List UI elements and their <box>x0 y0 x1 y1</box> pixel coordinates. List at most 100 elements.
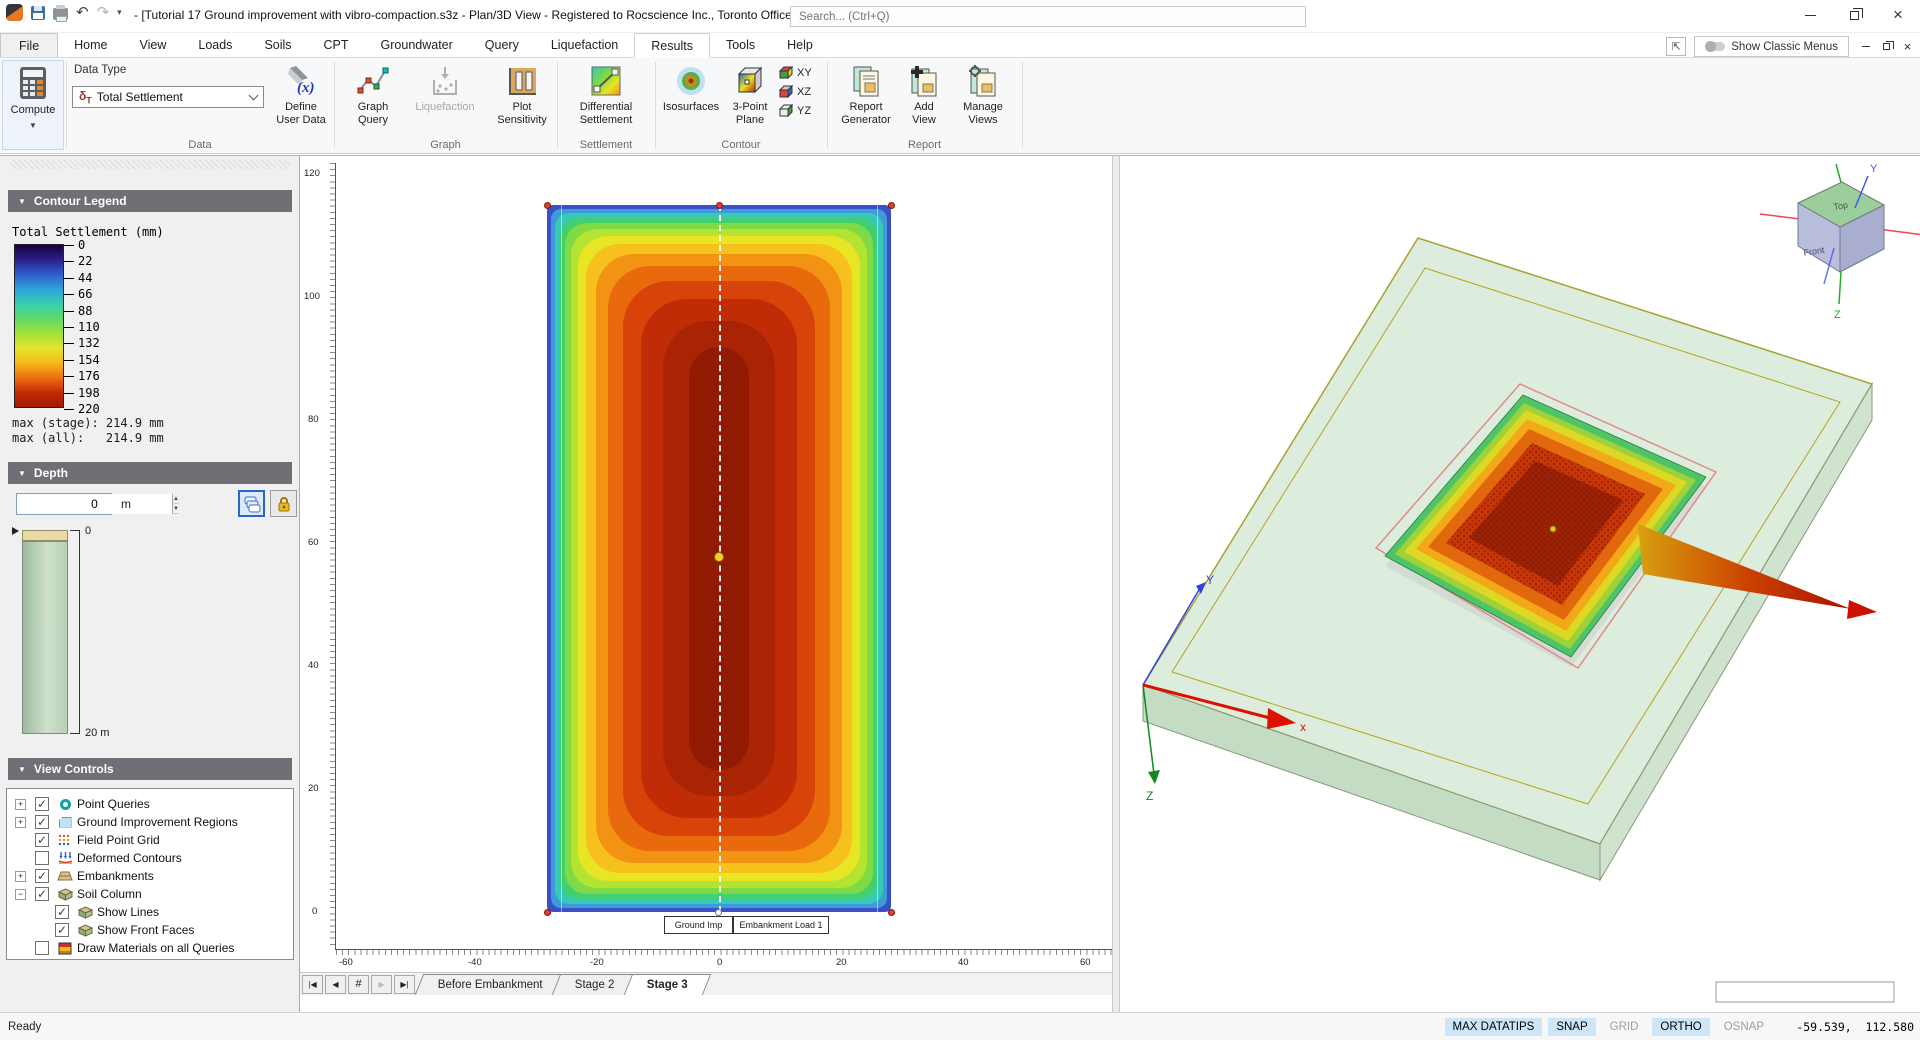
add-view-button[interactable]: Add View <box>900 60 948 150</box>
tree-item-soil-column[interactable]: − ✓ Soil Column <box>7 885 293 903</box>
redo-icon[interactable]: ↷ <box>97 5 110 20</box>
corner-handle[interactable] <box>888 909 895 916</box>
lock-depth-button[interactable] <box>270 490 297 517</box>
floating-input-box[interactable] <box>1716 982 1894 1002</box>
save-icon[interactable] <box>31 6 45 20</box>
tree-item-show-front-faces[interactable]: ✓ Show Front Faces <box>7 921 293 939</box>
contour-legend-header[interactable]: ▼ Contour Legend <box>8 190 292 212</box>
three-d-view[interactable]: Y x Z Top <box>1120 156 1920 1013</box>
tab-tools[interactable]: Tools <box>710 33 771 57</box>
tab-view[interactable]: View <box>124 33 183 57</box>
checkbox[interactable] <box>35 851 49 865</box>
chevron-down-icon <box>249 90 259 100</box>
isosurfaces-button[interactable]: Isosurfaces <box>660 60 722 150</box>
checkbox[interactable]: ✓ <box>35 869 49 883</box>
tab-soils[interactable]: Soils <box>248 33 307 57</box>
osnap-toggle[interactable]: OSNAP <box>1716 1018 1772 1036</box>
tree-item-field-point-grid[interactable]: ✓ Field Point Grid <box>7 831 293 849</box>
expander-icon[interactable]: + <box>15 871 26 882</box>
expander-icon[interactable]: + <box>15 817 26 828</box>
view-controls-header[interactable]: ▼ View Controls <box>8 758 292 780</box>
checkbox[interactable] <box>35 941 49 955</box>
manage-views-button[interactable]: Manage Views <box>952 60 1014 150</box>
tree-item-embankments[interactable]: + ✓ Embankments <box>7 867 293 885</box>
stage-list-button[interactable]: # <box>348 975 369 994</box>
tree-item-ground-improvement-regions[interactable]: + ✓ Ground Improvement Regions <box>7 813 293 831</box>
tab-liquefaction[interactable]: Liquefaction <box>535 33 634 57</box>
plane-xz-button[interactable]: XZ <box>778 85 812 99</box>
differential-settlement-button[interactable]: Differential Settlement <box>571 60 641 150</box>
search-input[interactable] <box>791 7 1305 26</box>
checkbox[interactable]: ✓ <box>35 797 49 811</box>
stage-tab-stage-3[interactable]: Stage 3 <box>623 974 710 995</box>
tree-item-show-lines[interactable]: ✓ Show Lines <box>7 903 293 921</box>
window-title: - [Tutorial 17 Ground improvement with v… <box>134 8 795 22</box>
define-user-data-button[interactable]: (x) Define User Data <box>272 60 330 150</box>
restore-button[interactable] <box>1832 0 1876 30</box>
three-point-plane-button[interactable]: 3-Point Plane <box>724 60 776 150</box>
expander-icon[interactable]: + <box>15 799 26 810</box>
graph-query-button[interactable]: Graph Query <box>346 60 400 150</box>
depth-input[interactable] <box>17 494 172 514</box>
stage-tab-before-embankment[interactable]: Before Embankment <box>415 974 566 995</box>
mdi-restore-button[interactable] <box>1878 39 1895 55</box>
tab-query[interactable]: Query <box>469 33 535 57</box>
plot-sensitivity-button[interactable]: Plot Sensitivity <box>492 60 552 150</box>
depth-marker-icon[interactable] <box>12 527 19 535</box>
search-box[interactable] <box>790 6 1306 27</box>
close-button[interactable]: × <box>1876 0 1920 30</box>
minimize-button[interactable] <box>1788 0 1832 30</box>
last-stage-button[interactable]: ▶| <box>394 975 415 994</box>
report-generator-button[interactable]: Report Generator <box>834 60 898 150</box>
tab-cpt[interactable]: CPT <box>308 33 365 57</box>
tree-item-draw-materials[interactable]: Draw Materials on all Queries <box>7 939 293 957</box>
plan-view[interactable]: 120 100 80 60 40 20 0 -60 -40 -20 0 20 4… <box>300 156 1112 1013</box>
mdi-minimize-button[interactable] <box>1857 39 1874 55</box>
tab-groundwater[interactable]: Groundwater <box>365 33 469 57</box>
compute-button[interactable]: Compute ▼ <box>2 60 64 150</box>
checkbox[interactable]: ✓ <box>35 833 49 847</box>
undo-icon[interactable]: ↶ <box>76 5 89 20</box>
tab-file[interactable]: File <box>0 33 58 57</box>
max-datatips-toggle[interactable]: MAX DATATIPS <box>1445 1018 1543 1036</box>
first-stage-button[interactable]: |◀ <box>302 975 323 994</box>
mdi-close-button[interactable]: × <box>1899 39 1916 55</box>
dock-grip-handle[interactable] <box>10 160 290 169</box>
data-type-combobox[interactable]: δT Total Settlement <box>72 86 264 108</box>
tab-home[interactable]: Home <box>58 33 123 57</box>
show-classic-menus-toggle[interactable]: Show Classic Menus <box>1694 36 1849 57</box>
tab-loads[interactable]: Loads <box>182 33 248 57</box>
print-icon[interactable] <box>53 8 68 20</box>
checkbox[interactable]: ✓ <box>35 887 49 901</box>
checkbox[interactable]: ✓ <box>35 815 49 829</box>
embankment-load-tag[interactable]: Embankment Load 1 <box>733 916 829 934</box>
corner-handle[interactable] <box>888 202 895 209</box>
quick-access-dropdown-icon[interactable]: ▾ <box>117 7 122 18</box>
view-cube[interactable]: Top Front Y X Z <box>1760 163 1920 321</box>
ortho-toggle[interactable]: ORTHO <box>1652 1018 1709 1036</box>
tab-results[interactable]: Results <box>634 33 710 58</box>
tree-item-deformed-contours[interactable]: Deformed Contours <box>7 849 293 867</box>
previous-stage-button[interactable]: ◀ <box>325 975 346 994</box>
checkbox[interactable]: ✓ <box>55 923 69 937</box>
view-splitter[interactable] <box>1112 156 1120 1013</box>
corner-handle[interactable] <box>544 202 551 209</box>
tree-item-point-queries[interactable]: + ✓ Point Queries <box>7 795 293 813</box>
ground-improvement-tag[interactable]: Ground Imp <box>664 916 733 934</box>
tab-help[interactable]: Help <box>771 33 829 57</box>
depth-spinner[interactable]: ▲▼ <box>172 494 179 514</box>
ribbon-collapse-icon[interactable]: ⇱ <box>1666 37 1686 56</box>
checkbox[interactable]: ✓ <box>55 905 69 919</box>
show-layers-button[interactable] <box>238 490 265 517</box>
next-stage-button[interactable]: ▶ <box>371 975 392 994</box>
edge-handle[interactable] <box>716 202 723 209</box>
query-point-marker[interactable] <box>714 552 724 562</box>
plane-xy-button[interactable]: XY <box>778 66 812 80</box>
corner-handle[interactable] <box>544 909 551 916</box>
plane-yz-button[interactable]: YZ <box>778 104 812 118</box>
compute-dropdown-icon[interactable]: ▼ <box>29 121 37 130</box>
expander-icon[interactable]: − <box>15 889 26 900</box>
snap-toggle[interactable]: SNAP <box>1548 1018 1595 1036</box>
depth-header[interactable]: ▼ Depth <box>8 462 292 484</box>
grid-toggle[interactable]: GRID <box>1602 1018 1647 1036</box>
